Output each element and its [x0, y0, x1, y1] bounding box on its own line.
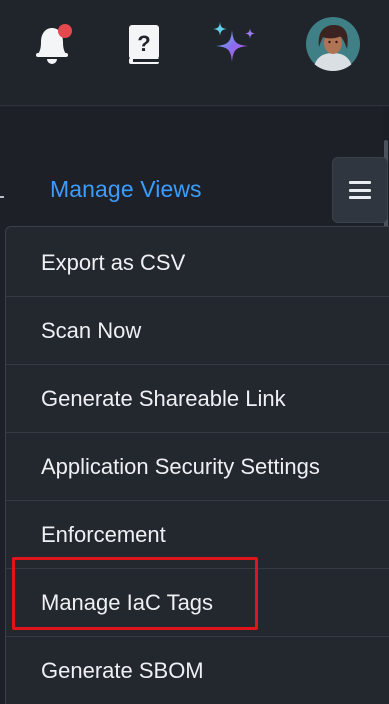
divider: [0, 196, 4, 198]
menu-item-label: Generate Shareable Link: [41, 385, 286, 411]
sparkle-icon[interactable]: [208, 18, 260, 68]
menu-item-scan-now[interactable]: Scan Now: [6, 297, 389, 365]
menu-item-label: Generate SBOM: [41, 658, 204, 683]
menu-item-generate-shareable-link[interactable]: Generate Shareable Link: [6, 365, 389, 433]
help-book-icon[interactable]: ?: [122, 20, 166, 68]
menu-item-export-csv[interactable]: Export as CSV: [6, 229, 389, 297]
menu-item-label: Enforcement: [41, 521, 166, 547]
svg-text:?: ?: [137, 31, 150, 56]
menu-toggle-button[interactable]: [332, 157, 388, 223]
actions-dropdown-menu: Export as CSV Scan Now Generate Shareabl…: [5, 226, 389, 704]
menu-item-label: Scan Now: [41, 317, 142, 343]
menu-item-label: Application Security Settings: [41, 453, 320, 479]
manage-views-link[interactable]: Manage Views: [50, 176, 202, 203]
highlight-box: [12, 557, 258, 630]
avatar[interactable]: [305, 17, 361, 71]
menu-item-generate-sbom[interactable]: Generate SBOM: [6, 637, 389, 704]
hamburger-icon: [349, 181, 371, 199]
menu-item-label: Export as CSV: [41, 249, 186, 275]
bell-icon[interactable]: [30, 18, 78, 68]
menu-item-application-security-settings[interactable]: Application Security Settings: [6, 433, 389, 501]
top-header-bar: ?: [0, 0, 389, 106]
